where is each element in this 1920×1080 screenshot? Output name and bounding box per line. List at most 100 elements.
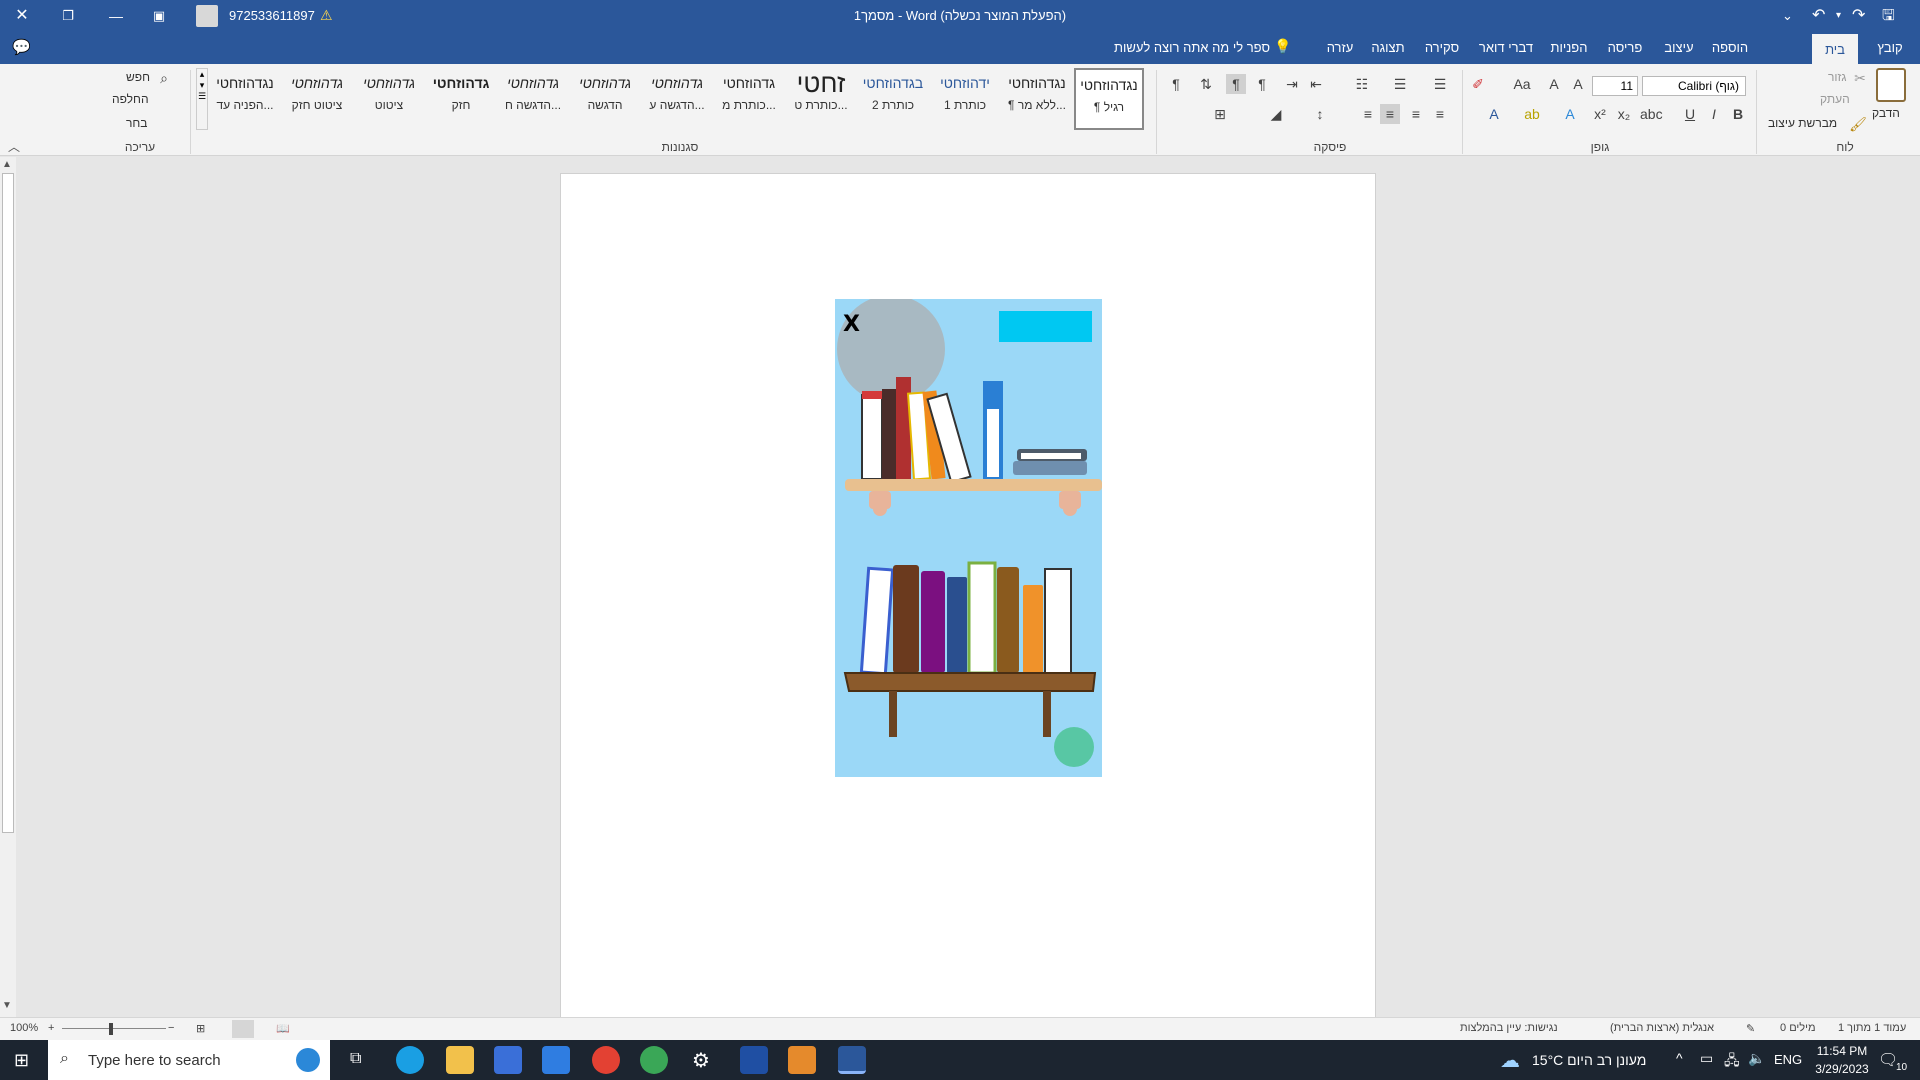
file-explorer-icon[interactable]: [446, 1046, 474, 1074]
network-icon[interactable]: 🖧: [1724, 1050, 1740, 1074]
bullet-list-icon[interactable]: ☰: [1430, 74, 1450, 94]
word-count[interactable]: 0 מילים: [1780, 1022, 1816, 1034]
volume-icon[interactable]: 🔈: [1748, 1050, 1765, 1067]
paste-button[interactable]: הדבק: [1872, 106, 1900, 120]
tab-references[interactable]: הפניות: [1544, 32, 1594, 64]
tab-review[interactable]: סקירה: [1418, 32, 1466, 64]
select-button[interactable]: בחר: [126, 116, 148, 130]
subscript-icon[interactable]: x₂: [1614, 104, 1634, 124]
paste-icon[interactable]: [1876, 68, 1906, 102]
avatar[interactable]: [196, 5, 218, 27]
increase-indent-icon[interactable]: ⇥: [1282, 74, 1302, 94]
ltr-direction-icon[interactable]: ¶: [1252, 74, 1272, 94]
font-name-select[interactable]: Calibri (גוף): [1642, 76, 1746, 96]
tab-file[interactable]: קובץ: [1864, 32, 1916, 64]
warning-icon[interactable]: ⚠: [320, 7, 333, 24]
word-taskbar-icon[interactable]: [838, 1046, 866, 1074]
shrink-font-icon[interactable]: A: [1544, 74, 1564, 94]
align-left-icon[interactable]: ≡: [1430, 104, 1450, 124]
web-layout-icon[interactable]: ⊞: [196, 1022, 205, 1035]
edge-icon[interactable]: [396, 1046, 424, 1074]
style-item[interactable]: בגדהוזחטי כותרת 2: [858, 68, 928, 130]
style-item[interactable]: נגדהוזחטי ¶ רגיל: [1074, 68, 1144, 130]
zoom-slider[interactable]: [62, 1028, 166, 1029]
borders-icon[interactable]: ⊞: [1210, 104, 1230, 124]
multilevel-list-icon[interactable]: ☷: [1352, 74, 1372, 94]
superscript-icon[interactable]: x²: [1590, 104, 1610, 124]
underline-button[interactable]: U: [1680, 104, 1700, 124]
ribbon-display-options-icon[interactable]: ▣: [146, 0, 172, 32]
page-count[interactable]: עמוד 1 מתוך 1: [1838, 1022, 1906, 1034]
comments-icon[interactable]: 💬: [12, 38, 31, 56]
read-mode-icon[interactable]: 📖: [276, 1022, 290, 1035]
style-item[interactable]: נגדהוזחטי הפניה עד...: [210, 68, 280, 130]
taskbar-search-box[interactable]: ⌕ Type here to search: [48, 1040, 330, 1080]
settings-icon[interactable]: ⚙: [692, 1048, 710, 1073]
close-window-button[interactable]: ✕: [0, 0, 44, 32]
tab-layout[interactable]: פריסה: [1600, 32, 1650, 64]
replace-button[interactable]: החלפה: [112, 92, 149, 106]
proofing-icon[interactable]: ✎: [1746, 1022, 1755, 1035]
scroll-up-icon[interactable]: ▲: [2, 159, 12, 170]
decrease-indent-icon[interactable]: ⇤: [1306, 74, 1326, 94]
tab-help[interactable]: עזרה: [1320, 32, 1360, 64]
photos-icon[interactable]: [788, 1046, 816, 1074]
account-name[interactable]: 972533611897: [229, 0, 315, 32]
scrollbar-thumb[interactable]: [2, 173, 14, 833]
print-layout-icon[interactable]: [232, 1020, 254, 1038]
windows-start-icon[interactable]: ⊞: [14, 1050, 29, 1071]
align-center-icon[interactable]: ≡: [1406, 104, 1426, 124]
italic-button[interactable]: I: [1704, 104, 1724, 124]
tab-home[interactable]: בית: [1812, 34, 1858, 64]
accessibility-status[interactable]: נגישות: עיין בהמלצות: [1460, 1022, 1558, 1034]
strikethrough-icon[interactable]: abc: [1640, 104, 1663, 124]
style-item[interactable]: גדהוזחטי כותרת מ...: [714, 68, 784, 130]
find-button[interactable]: חפש: [126, 70, 150, 84]
document-page[interactable]: X: [560, 173, 1376, 1018]
clear-formatting-icon[interactable]: ✐: [1468, 74, 1488, 94]
tab-insert[interactable]: הוספה: [1706, 32, 1754, 64]
text-effects-icon[interactable]: A: [1560, 104, 1580, 124]
copy-button[interactable]: העתק: [1820, 92, 1850, 106]
style-item[interactable]: גדהוזחטי הדגשה ח...: [498, 68, 568, 130]
save-icon[interactable]: 🖫: [1882, 0, 1895, 32]
font-size-select[interactable]: 11: [1592, 76, 1638, 96]
zoom-out-icon[interactable]: −: [168, 1022, 174, 1034]
style-item[interactable]: נגדהוזחטי ¶ ללא מר...: [1002, 68, 1072, 130]
tab-view[interactable]: תצוגה: [1364, 32, 1412, 64]
language-status[interactable]: אנגלית (ארצות הברית): [1610, 1022, 1714, 1034]
minimize-window-button[interactable]: —: [96, 0, 136, 32]
style-item[interactable]: גדהוזחטי ציטוט: [354, 68, 424, 130]
cut-button[interactable]: גזור: [1828, 70, 1846, 84]
store-icon[interactable]: [494, 1046, 522, 1074]
task-view-icon[interactable]: ⧉: [350, 1050, 361, 1068]
style-item[interactable]: גדהוזחטי ציטוט חזק: [282, 68, 352, 130]
align-right-icon[interactable]: ≡: [1380, 104, 1400, 124]
clock-date[interactable]: 3/29/2023: [1810, 1062, 1874, 1076]
style-item[interactable]: זחטי כותרת ט...: [786, 68, 856, 130]
highlight-icon[interactable]: ab: [1522, 104, 1542, 124]
rtl-direction-icon[interactable]: ¶: [1226, 74, 1246, 94]
hidden-icons-chevron-icon[interactable]: ^: [1676, 1050, 1683, 1066]
app-icon[interactable]: [740, 1046, 768, 1074]
justify-icon[interactable]: ≡: [1358, 104, 1378, 124]
mail-icon[interactable]: [542, 1046, 570, 1074]
zoom-level[interactable]: 100%: [10, 1022, 38, 1034]
input-language[interactable]: ENG: [1774, 1052, 1802, 1067]
chrome-icon[interactable]: [592, 1046, 620, 1074]
tell-me-box[interactable]: ספר לי מה אתה רוצה לעשות: [1100, 32, 1270, 64]
numbered-list-icon[interactable]: ☰: [1390, 74, 1410, 94]
collapse-ribbon-icon[interactable]: ︿: [8, 138, 20, 155]
style-item[interactable]: גדהוזחטי חזק: [426, 68, 496, 130]
redo-icon[interactable]: ↷: [1852, 0, 1865, 32]
restore-window-button[interactable]: ❐: [48, 0, 88, 32]
show-formatting-marks-icon[interactable]: ¶: [1166, 74, 1186, 94]
bing-icon[interactable]: [296, 1048, 320, 1072]
chrome-profile-icon[interactable]: [640, 1046, 668, 1074]
style-item[interactable]: ידהוזחטי כותרת 1: [930, 68, 1000, 130]
undo-icon[interactable]: ↶: [1812, 0, 1825, 32]
style-item[interactable]: גדהוזחטי הדגשה: [570, 68, 640, 130]
weather-text[interactable]: 15°C מעונן רב היום: [1532, 1052, 1646, 1068]
vertical-scrollbar[interactable]: ▲ ▼: [0, 157, 16, 1017]
change-case-icon[interactable]: Aa: [1512, 74, 1532, 94]
